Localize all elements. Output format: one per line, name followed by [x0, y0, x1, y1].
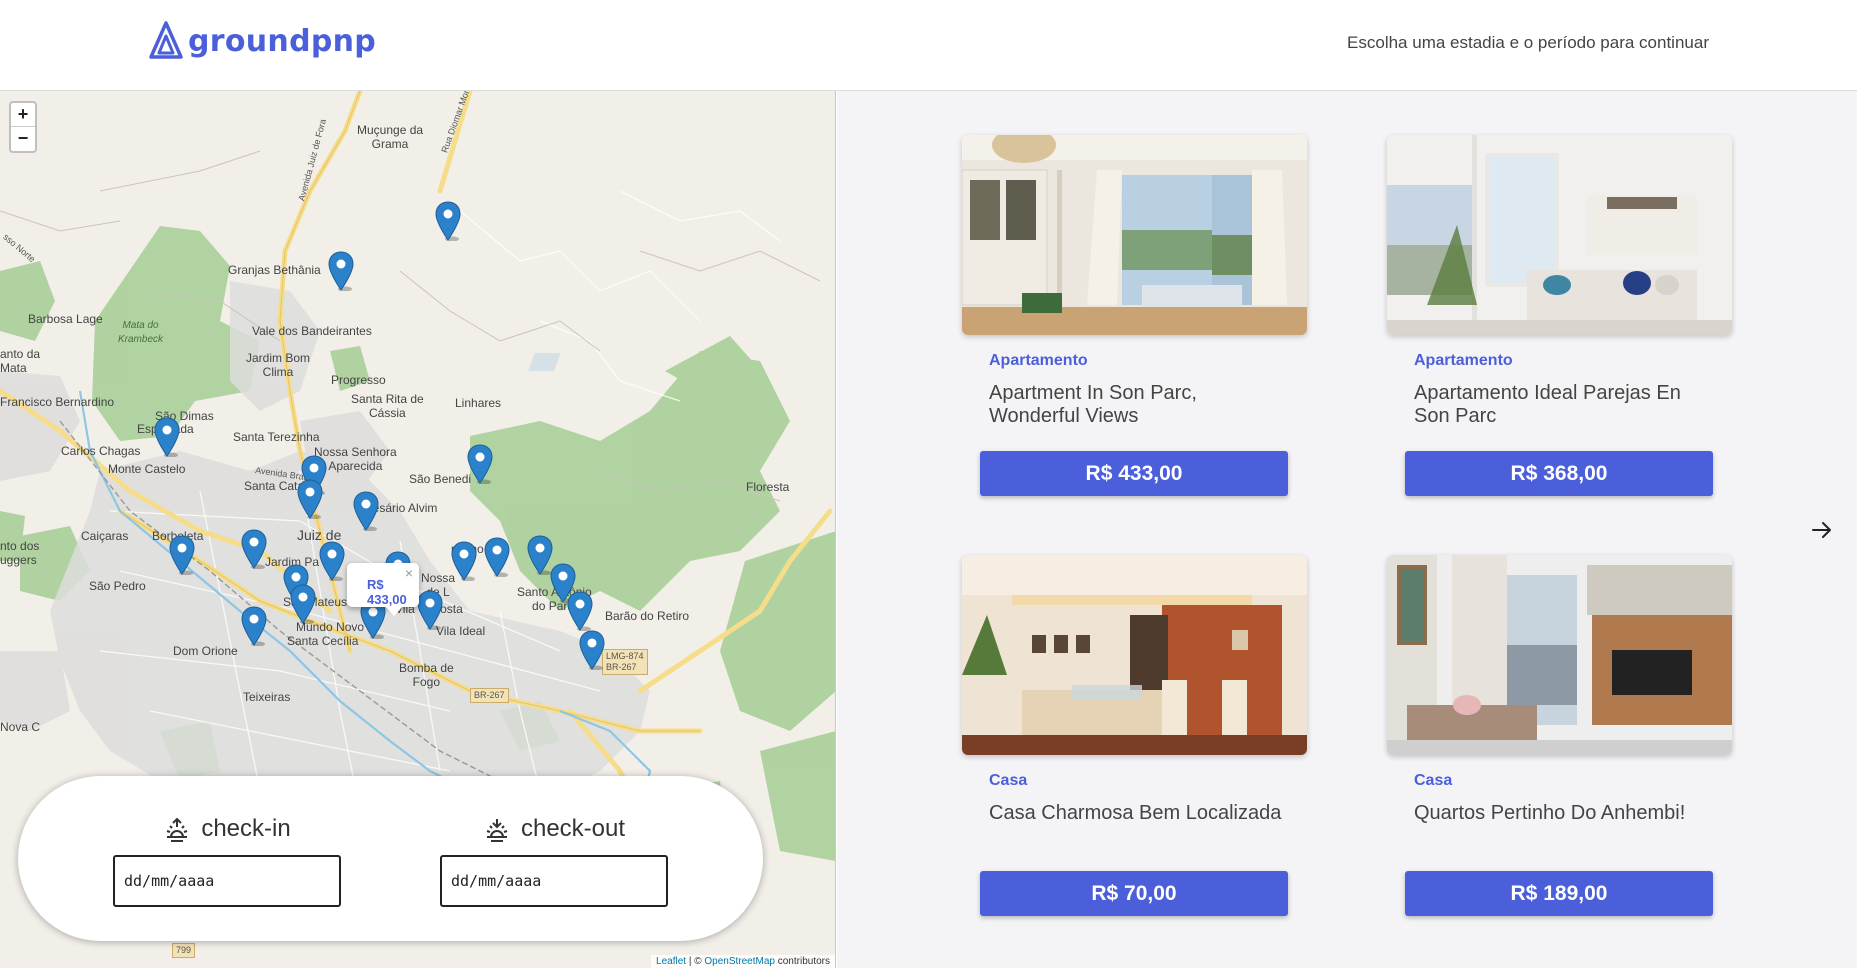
- checkout-input[interactable]: dd/mm/aaaa: [440, 855, 668, 907]
- listing-price-button[interactable]: R$ 70,00: [980, 871, 1288, 916]
- map-label: São Benedi: [409, 472, 472, 486]
- listing-photo[interactable]: [1387, 135, 1732, 335]
- listing-photo[interactable]: [1387, 555, 1732, 755]
- map-marker-icon[interactable]: [467, 444, 493, 484]
- map-label: Santa Rita de Cássia: [351, 392, 424, 420]
- leaflet-link[interactable]: Leaflet: [656, 956, 686, 967]
- map-label: Muçunge da Grama: [357, 123, 424, 151]
- map-marker-icon[interactable]: [290, 584, 316, 624]
- road-shield: BR-267: [470, 688, 509, 703]
- checkin-input[interactable]: dd/mm/aaaa: [113, 855, 341, 907]
- map-label: Barbosa Lage: [28, 312, 103, 326]
- listing-card[interactable]: Casa Casa Charmosa Bem Localizada R$ 70,…: [962, 555, 1307, 916]
- map-label: Vale dos Bandeirantes: [252, 324, 372, 338]
- map-marker-icon[interactable]: [169, 535, 195, 575]
- price-popup[interactable]: R$ 433,00 ×: [347, 563, 419, 616]
- map-marker-icon[interactable]: [417, 590, 443, 630]
- map-label: Progresso: [331, 373, 386, 387]
- road-shield: LMG-874 BR-267: [602, 649, 648, 675]
- date-picker-panel: check-in dd/mm/aaaa check-out dd/mm/aaaa: [18, 776, 763, 941]
- listing-card[interactable]: Casa Quartos Pertinho Do Anhembi! R$ 189…: [1387, 555, 1732, 916]
- map-label: Vila Ideal: [436, 624, 486, 638]
- listing-title: Casa Charmosa Bem Localizada: [989, 802, 1282, 824]
- map-marker-icon[interactable]: [319, 541, 345, 581]
- map-marker-icon[interactable]: [297, 479, 323, 519]
- map-marker-icon[interactable]: [241, 606, 267, 646]
- arrow-right-icon[interactable]: [1810, 518, 1834, 542]
- map-label: nto dos uggers: [0, 539, 40, 567]
- listing-card[interactable]: Apartamento Apartment In Son Parc, Wonde…: [962, 135, 1307, 496]
- map-label: São Pedro: [89, 579, 146, 593]
- top-header: groundpnp Escolha uma estadia e o períod…: [0, 0, 1857, 91]
- osm-link[interactable]: OpenStreetMap: [704, 956, 775, 967]
- map-label: Jardim Bom Clima: [246, 351, 311, 379]
- listing-price-button[interactable]: R$ 368,00: [1405, 451, 1713, 496]
- map-label: Mata do Krambeck: [118, 320, 164, 345]
- road-shield: 799: [172, 943, 196, 958]
- sunrise-icon: [166, 817, 188, 842]
- listing-price-button[interactable]: R$ 433,00: [980, 451, 1288, 496]
- brand-name: groundpnp: [188, 23, 377, 59]
- listing-type: Apartamento: [1414, 352, 1513, 369]
- map-label: Bomba de Fogo: [399, 661, 454, 689]
- map-label: Juiz de: [297, 527, 342, 543]
- map-marker-icon[interactable]: [154, 417, 180, 457]
- listing-card[interactable]: Apartamento Apartamento Ideal Parejas En…: [1387, 135, 1732, 496]
- checkin-header: check-in: [113, 813, 341, 845]
- map-label: Linhares: [455, 396, 502, 410]
- map-marker-icon[interactable]: [435, 201, 461, 241]
- listings-panel: Apartamento Apartment In Son Parc, Wonde…: [837, 91, 1857, 968]
- zoom-in-button[interactable]: +: [11, 103, 35, 127]
- map-label: Floresta: [746, 480, 790, 494]
- map-marker-icon[interactable]: [353, 491, 379, 531]
- map-label: Granjas Bethânia: [228, 263, 321, 277]
- attribution-sep: | ©: [686, 956, 705, 967]
- listing-photo[interactable]: [962, 135, 1307, 335]
- listing-price-button[interactable]: R$ 189,00: [1405, 871, 1713, 916]
- checkout-group: check-out dd/mm/aaaa: [440, 813, 668, 907]
- brand-logo[interactable]: groundpnp: [148, 20, 376, 62]
- map-label: Barão do Retiro: [605, 609, 690, 623]
- map-marker-icon[interactable]: [579, 630, 605, 670]
- map-label: Caiçaras: [81, 529, 129, 543]
- map-label: Monte Castelo: [108, 462, 186, 476]
- listing-photo[interactable]: [962, 555, 1307, 755]
- sunset-icon: [486, 819, 508, 842]
- map-marker-icon[interactable]: [328, 251, 354, 291]
- map-label: Santa Terezinha: [233, 430, 320, 444]
- checkout-header: check-out: [440, 813, 668, 845]
- checkout-label: check-out: [520, 815, 626, 842]
- listing-title: Quartos Pertinho Do Anhembi!: [1414, 802, 1686, 824]
- attribution-tail: contributors: [774, 956, 830, 967]
- map-marker-icon[interactable]: [451, 541, 477, 581]
- map-label: Teixeiras: [243, 690, 291, 704]
- zoom-out-button[interactable]: −: [11, 127, 35, 151]
- map-label: Santa Cecília: [287, 634, 359, 648]
- map-label: Carlos Chagas: [61, 444, 141, 458]
- map-label: Nova C: [0, 720, 41, 734]
- map-marker-icon[interactable]: [484, 537, 510, 577]
- map-attribution: Leaflet | © OpenStreetMap contributors: [651, 955, 835, 968]
- zoom-control: + −: [9, 101, 37, 153]
- listing-type: Casa: [1414, 772, 1453, 789]
- checkin-label: check-in: [201, 815, 291, 842]
- listing-type: Apartamento: [989, 352, 1088, 369]
- map-label: anto da Mata: [0, 347, 41, 375]
- logo-icon: [149, 21, 183, 59]
- map-marker-icon[interactable]: [241, 529, 267, 569]
- popup-close-button[interactable]: ×: [405, 565, 413, 581]
- popup-price: R$ 433,00: [367, 577, 407, 607]
- map-label: Francisco Bernardino: [0, 395, 115, 409]
- listing-title: Apartment In Son Parc, Wonderful Views: [989, 382, 1197, 427]
- header-instruction: Escolha uma estadia e o período para con…: [1347, 33, 1709, 52]
- checkin-group: check-in dd/mm/aaaa: [113, 813, 341, 907]
- listing-title: Apartamento Ideal Parejas En Son Parc: [1414, 382, 1681, 427]
- listing-type: Casa: [989, 772, 1028, 789]
- map-marker-icon[interactable]: [567, 591, 593, 631]
- map-label: Dom Orione: [173, 644, 238, 658]
